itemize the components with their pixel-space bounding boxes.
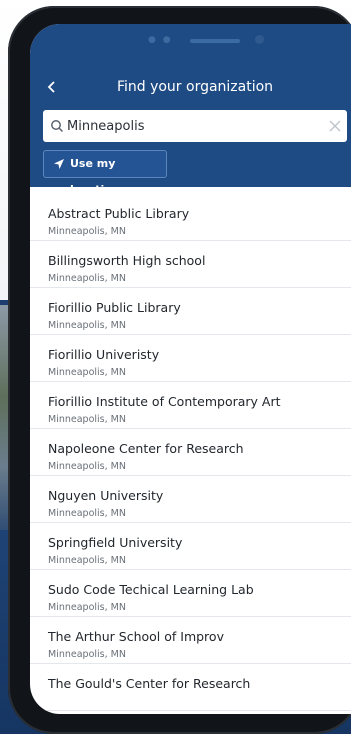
item-name: Fiorillio Public Library [48,300,181,315]
list-item[interactable]: Nguyen University Minneapolis, MN [30,476,351,523]
item-location: Minneapolis, MN [48,602,126,613]
item-location: Minneapolis, MN [48,461,126,472]
camera-icon [255,35,264,44]
list-item[interactable]: Fiorillio Univeristy Minneapolis, MN [30,335,351,382]
item-name: The Gould's Center for Research [48,676,251,691]
list-item[interactable]: Napoleone Center for Research Minneapoli… [30,429,351,476]
item-name: Billingsworth High school [48,253,206,268]
item-name: Fiorillio Univeristy [48,347,160,362]
results-list: Abstract Public Library Minneapolis, MN … [30,194,351,711]
item-name: Sudo Code Techical Learning Lab [48,582,254,597]
item-location: Minneapolis, MN [48,367,126,378]
item-location: Minneapolis, MN [48,555,126,566]
item-location: Minneapolis, MN [48,414,126,425]
use-my-location-button[interactable]: Use my location [43,150,167,196]
item-location: Minneapolis, MN [48,649,126,660]
item-location: Minneapolis, MN [48,508,126,519]
item-name: Nguyen University [48,488,164,503]
speaker-grille [190,39,240,43]
speaker-dots: ● ● [148,35,173,45]
phone-frame: ● ● Find your organization Minneapolis U… [8,6,351,734]
item-name: Fiorillio Institute of Contemporary Art [48,394,281,409]
chevron-left-icon [47,81,55,93]
back-button[interactable] [42,76,62,98]
search-icon [51,120,64,133]
use-my-location-label: Use my location [70,157,120,196]
navigation-arrow-icon [54,159,64,169]
item-name: Napoleone Center for Research [48,441,244,456]
list-item[interactable]: Abstract Public Library Minneapolis, MN [30,194,351,241]
item-location: Minneapolis, MN [48,320,126,331]
app-screen: ● ● Find your organization Minneapolis U… [30,24,351,714]
item-name: Abstract Public Library [48,206,190,221]
list-item[interactable]: Fiorillio Institute of Contemporary Art … [30,382,351,429]
item-name: The Arthur School of Improv [48,629,224,644]
item-location: Minneapolis, MN [48,273,126,284]
list-item[interactable]: The Gould's Center for Research [30,664,351,711]
item-location: Minneapolis, MN [48,226,126,237]
header: ● ● Find your organization Minneapolis U… [30,24,351,196]
search-bar [43,110,347,142]
list-item[interactable]: Sudo Code Techical Learning Lab Minneapo… [30,570,351,617]
list-item[interactable]: Billingsworth High school Minneapolis, M… [30,241,351,288]
page-title: Find your organization [116,79,274,95]
close-icon [329,120,341,132]
list-item[interactable]: Fiorillio Public Library Minneapolis, MN [30,288,351,335]
list-item[interactable]: Springfield University Minneapolis, MN [30,523,351,570]
item-name: Springfield University [48,535,183,550]
list-item[interactable]: The Arthur School of Improv Minneapolis,… [30,617,351,664]
clear-search-button[interactable] [325,116,345,136]
search-input[interactable] [67,110,317,142]
